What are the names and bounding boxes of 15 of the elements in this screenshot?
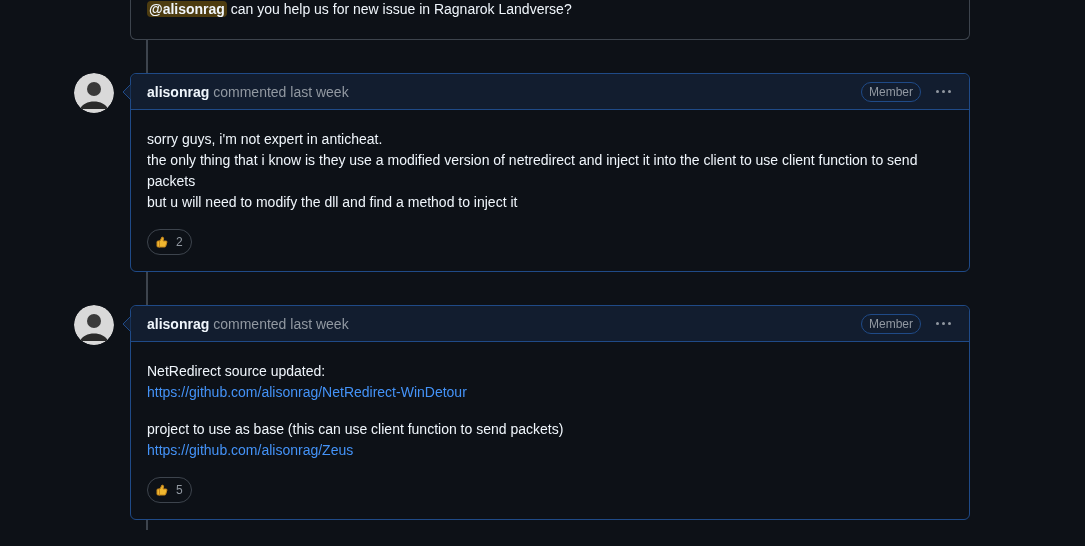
comment-text: sorry guys, i'm not expert in anticheat. xyxy=(147,130,384,149)
comment-text: @alisonrag can you help us for new issue in Ragnarok Landverse? xyxy=(147,0,573,18)
thumbs-up-icon xyxy=(156,236,168,248)
comment-time[interactable]: commented last week xyxy=(213,81,349,102)
link[interactable]: https://github.com/alisonrag/Zeus xyxy=(147,440,354,461)
avatar[interactable] xyxy=(74,73,114,113)
comment-text: project to use as base (this can use client function to send packets) xyxy=(147,420,565,439)
author-name[interactable]: alisonrag xyxy=(147,313,210,334)
comment-text: but u will need to modify the dll and find a method to inject it xyxy=(147,193,519,212)
avatar[interactable] xyxy=(74,305,114,345)
link[interactable]: https://github.com/alisonrag/NetRedirect-WinDetour xyxy=(147,382,467,403)
thumbs-up-icon xyxy=(156,484,168,496)
comment-text: NetRedirect source updated: xyxy=(147,362,327,381)
comment-time[interactable]: commented last week xyxy=(213,313,349,334)
author-name[interactable]: alisonrag xyxy=(147,81,210,102)
